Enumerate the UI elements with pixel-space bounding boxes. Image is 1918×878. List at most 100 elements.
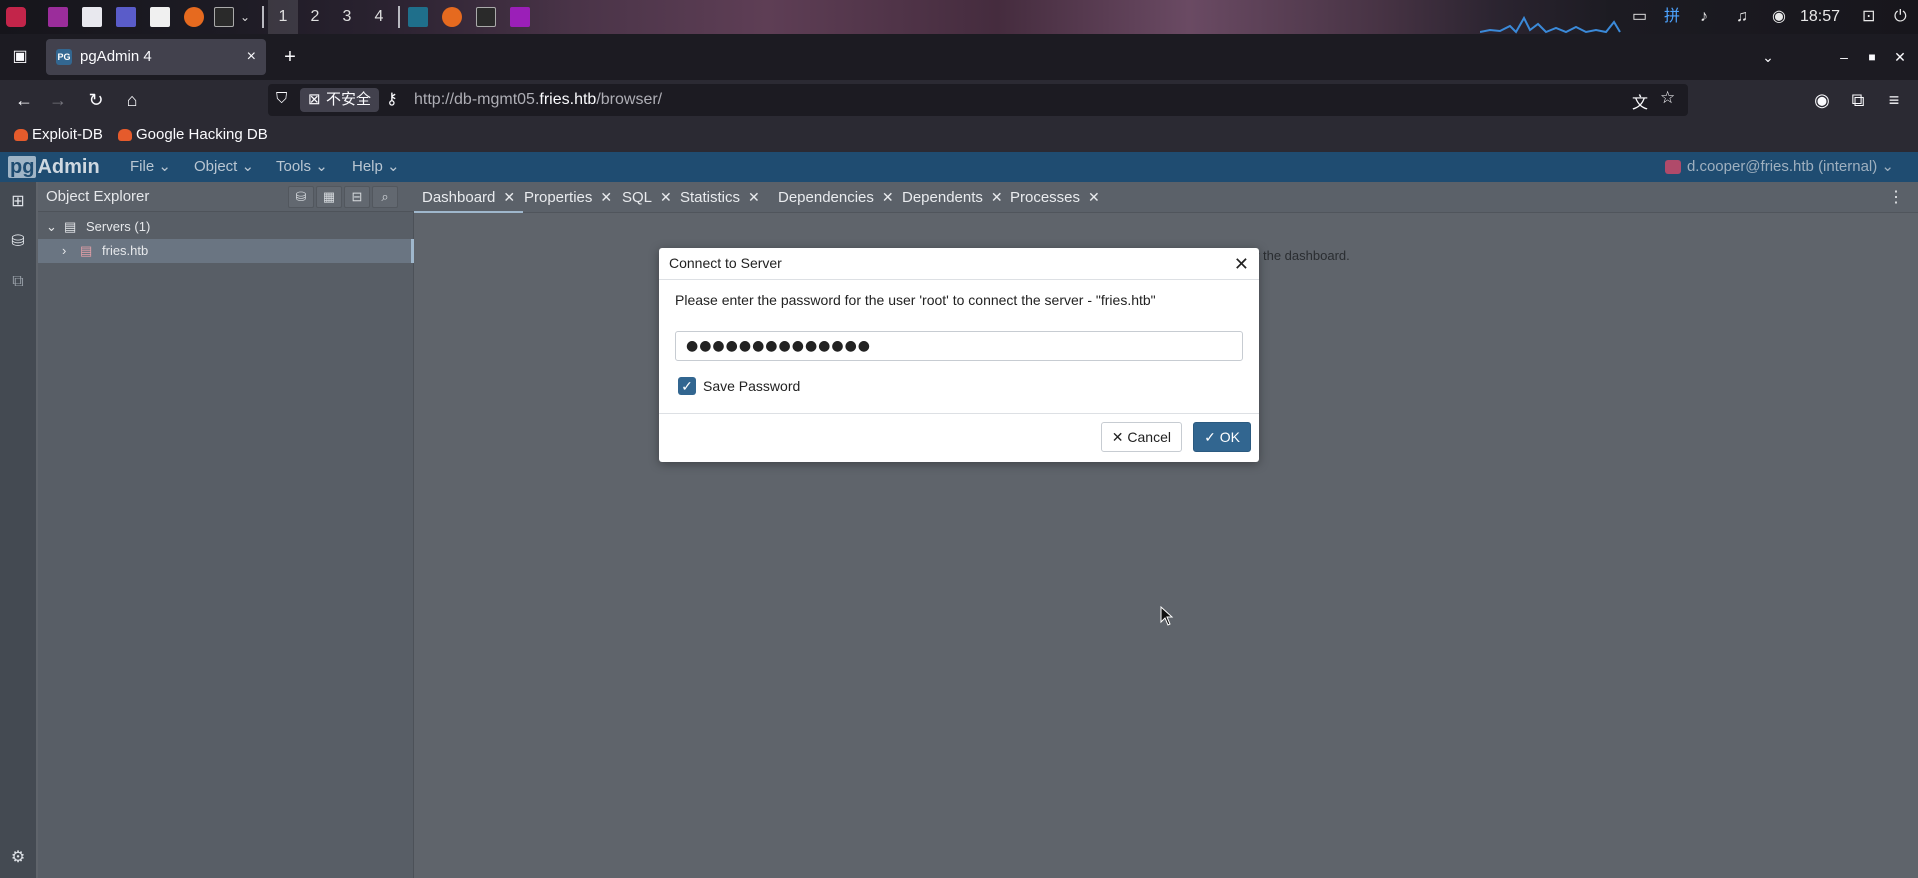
browser-tab-pgadmin[interactable]: PG pgAdmin 4 × xyxy=(46,39,266,75)
kali-menu-icon[interactable] xyxy=(6,7,26,27)
workspace-3[interactable]: 3 xyxy=(332,0,362,34)
ok-button-label: OK xyxy=(1219,429,1240,445)
close-tab-icon[interactable]: ✕ xyxy=(882,189,894,205)
ok-button[interactable]: ✓ OK xyxy=(1193,422,1251,452)
firefox-window-icon[interactable] xyxy=(442,7,462,27)
chevron-down-icon: ⌄ xyxy=(315,158,328,175)
menu-tools[interactable]: Tools ⌄ xyxy=(276,152,328,182)
terminal-launcher-icon[interactable] xyxy=(48,7,68,27)
close-tab-icon[interactable]: × xyxy=(247,39,256,75)
menu-file-label: File xyxy=(130,158,155,175)
tracking-shield-icon[interactable]: ⛉ xyxy=(276,90,287,107)
tab-processes[interactable]: Processes ✕ xyxy=(1002,182,1108,213)
bookmark-star-icon[interactable]: ☆ xyxy=(1660,88,1675,108)
more-options-icon[interactable]: ⋮ xyxy=(1888,182,1904,213)
view-data-button[interactable]: ▦ xyxy=(316,186,342,208)
schema-diff-icon[interactable]: ⧉ xyxy=(8,272,28,292)
volume-icon[interactable]: ♪ xyxy=(1700,0,1708,34)
forward-icon[interactable]: → xyxy=(44,86,72,114)
back-icon[interactable]: ← xyxy=(10,86,38,114)
screen-tool-icon[interactable] xyxy=(116,7,136,27)
home-icon[interactable]: ⌂ xyxy=(118,86,146,114)
minimize-icon[interactable]: – xyxy=(1830,43,1858,71)
tab-dependents[interactable]: Dependents ✕ xyxy=(894,182,1011,213)
new-tab-button[interactable]: + xyxy=(276,43,304,71)
save-password-checkbox[interactable]: ✓ xyxy=(678,377,696,395)
tree-row-server-fries[interactable]: › ▤ fries.htb xyxy=(38,239,414,263)
notification-bell-icon[interactable]: ♫ xyxy=(1736,0,1748,34)
power-off-icon[interactable]: ⏻ xyxy=(1894,0,1907,34)
query-tool-button[interactable]: ⛁ xyxy=(288,186,314,208)
workspace-1[interactable]: 1 xyxy=(268,0,298,34)
cancel-button[interactable]: ✕ Cancel xyxy=(1100,422,1182,452)
menu-help[interactable]: Help ⌄ xyxy=(352,152,400,182)
url-bar[interactable]: ⛉ ⊠ 不安全 ⚷ http://db-mgmt05.fries.htb/bro… xyxy=(268,84,1688,116)
chevron-right-icon[interactable]: › xyxy=(62,239,66,263)
display-icon[interactable]: ▭ xyxy=(1632,0,1647,34)
workspace-2[interactable]: 2 xyxy=(300,0,330,34)
key-icon[interactable]: ⚷ xyxy=(386,89,398,109)
chevron-down-icon[interactable]: ⌄ xyxy=(240,7,252,27)
terminal-icon[interactable] xyxy=(214,7,234,27)
url-text[interactable]: http://db-mgmt05.fries.htb/browser/ xyxy=(414,84,662,116)
bookmark-google-hacking-db[interactable]: Google Hacking DB xyxy=(116,120,268,150)
menu-object-label: Object xyxy=(194,158,238,175)
password-input[interactable] xyxy=(675,331,1243,361)
workspace-4[interactable]: 4 xyxy=(364,0,394,34)
user-menu[interactable]: d.cooper@fries.htb (internal) ⌄ xyxy=(1664,152,1894,182)
dialog-header: Connect to Server ✕ xyxy=(659,248,1259,280)
search-objects-button[interactable]: ⌕ xyxy=(372,186,398,208)
tab-sql-label: SQL xyxy=(622,189,653,206)
object-explorer-panel: Object Explorer ⛁ ▦ ⊟ ⌕ ⌄ ▤ Servers (1) … xyxy=(38,182,414,878)
app-menu-icon[interactable]: ≡ xyxy=(1880,86,1908,114)
menu-tools-label: Tools xyxy=(276,158,312,175)
menu-file[interactable]: File ⌄ xyxy=(130,152,171,182)
tab-dependencies[interactable]: Dependencies ✕ xyxy=(770,182,902,213)
menu-object[interactable]: Object ⌄ xyxy=(194,152,254,182)
text-editor-icon[interactable] xyxy=(150,7,170,27)
mouse-cursor-icon xyxy=(1160,606,1174,626)
close-icon[interactable]: ✕ xyxy=(1234,248,1249,280)
tab-statistics[interactable]: Statistics ✕ xyxy=(672,182,768,213)
chevron-down-icon: ⌄ xyxy=(158,158,171,175)
chevron-down-icon[interactable]: ⌄ xyxy=(46,215,57,239)
reload-icon[interactable]: ↻ xyxy=(82,86,110,114)
tab-dashboard[interactable]: Dashboard ✕ xyxy=(414,182,524,213)
power-icon[interactable]: ◉ xyxy=(1772,0,1786,34)
tab-processes-label: Processes xyxy=(1010,189,1081,206)
servers-icon: ▤ xyxy=(64,219,77,234)
save-password-label[interactable]: Save Password xyxy=(703,377,800,395)
tab-statistics-label: Statistics xyxy=(680,189,741,206)
close-tab-icon[interactable]: ✕ xyxy=(660,189,672,205)
extensions-icon[interactable]: ⧉ xyxy=(1844,86,1872,114)
folder-window-icon[interactable] xyxy=(510,7,530,27)
bookmark-exploit-db[interactable]: Exploit-DB xyxy=(12,120,103,150)
close-tab-icon[interactable]: ✕ xyxy=(600,189,612,205)
close-tab-icon[interactable]: ✕ xyxy=(748,189,760,205)
close-window-icon[interactable]: ✕ xyxy=(1886,43,1914,71)
translate-icon[interactable]: 文 xyxy=(1632,89,1648,113)
account-icon[interactable]: ◉ xyxy=(1808,86,1836,114)
connection-insecure-badge[interactable]: ⊠ 不安全 xyxy=(300,88,380,112)
terminal-window-icon[interactable] xyxy=(476,7,496,27)
close-tab-icon[interactable]: ✕ xyxy=(1088,189,1100,205)
file-manager-icon[interactable] xyxy=(82,7,102,27)
tab-properties[interactable]: Properties ✕ xyxy=(516,182,620,213)
close-icon: ✕ xyxy=(1111,429,1124,445)
maximize-icon[interactable]: ■ xyxy=(1858,43,1886,71)
settings-gear-icon[interactable]: ⚙ xyxy=(8,848,28,868)
tree-row-servers[interactable]: ⌄ ▤ Servers (1) xyxy=(38,215,414,239)
close-tab-icon[interactable]: ✕ xyxy=(991,189,1003,205)
lock-icon[interactable]: ⊡ xyxy=(1862,0,1875,34)
tab-list-chevron-icon[interactable]: ⌄ xyxy=(1754,43,1782,71)
bookmarks-bar: Exploit-DB Google Hacking DB xyxy=(0,120,1918,152)
close-tab-icon[interactable]: ✕ xyxy=(503,189,515,205)
tab-sql[interactable]: SQL ✕ xyxy=(614,182,680,213)
tab-overview-icon[interactable]: ▣ xyxy=(6,43,34,71)
object-explorer-icon[interactable]: ⊞ xyxy=(8,192,28,212)
burp-window-icon[interactable] xyxy=(408,7,428,27)
firefox-launcher-icon[interactable] xyxy=(184,7,204,27)
input-method-icon[interactable]: 拼 xyxy=(1664,0,1680,34)
filter-rows-button[interactable]: ⊟ xyxy=(344,186,370,208)
query-tool-icon[interactable]: ⛁ xyxy=(8,232,28,252)
